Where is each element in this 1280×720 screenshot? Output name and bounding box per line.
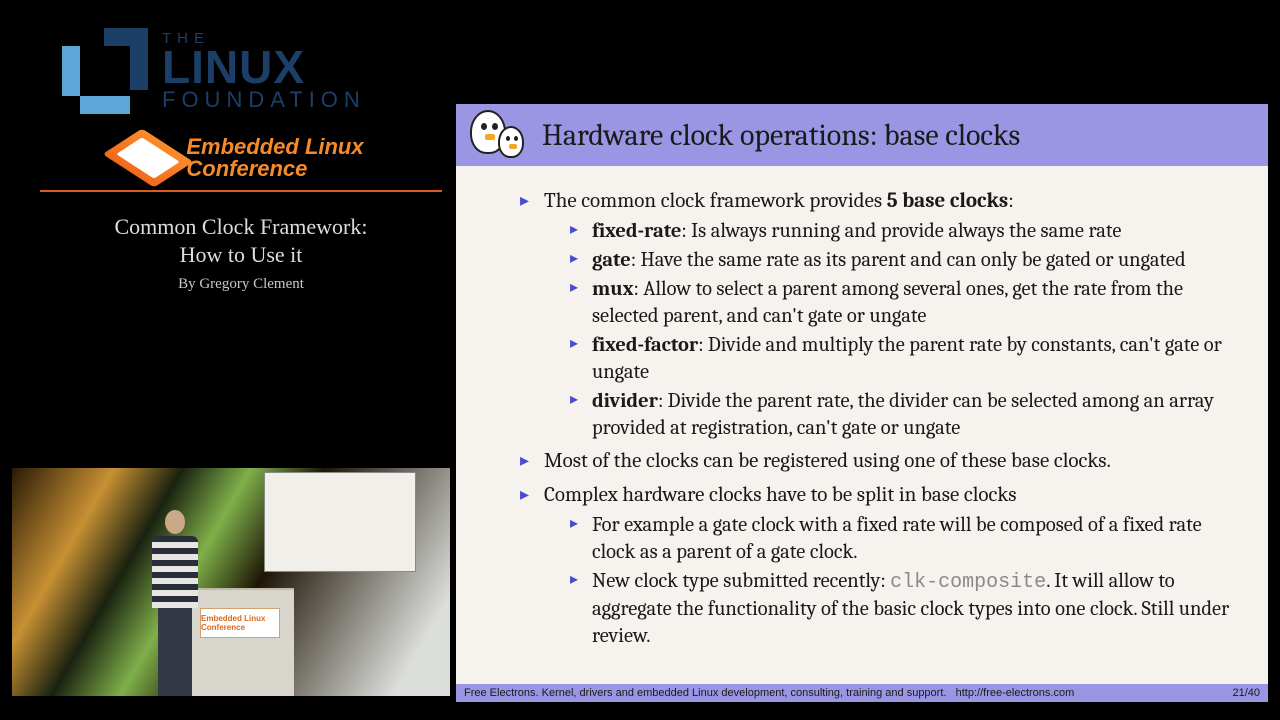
lf-mark-icon <box>62 28 148 114</box>
speaker-figure-icon <box>152 510 198 696</box>
talk-title-line1: Common Clock Framework: <box>40 214 442 240</box>
presentation-slide: Hardware clock operations: base clocks T… <box>456 104 1268 702</box>
elc-diamond-icon <box>103 128 194 187</box>
base-fixed-rate-name: fixed-rate <box>592 220 681 243</box>
bullet-1: The common clock framework provides 5 ba… <box>520 188 1244 442</box>
footer-url: http://free-electrons.com <box>956 687 1075 699</box>
bullet-1-prefix: The common clock framework provides <box>544 189 887 213</box>
base-fixed-rate: fixed-rate: Is always running and provid… <box>570 218 1244 245</box>
base-divider-name: divider <box>592 390 658 413</box>
base-fixed-factor: fixed-factor: Divide and multiply the pa… <box>570 332 1244 386</box>
slide-footer: Free Electrons. Kernel, drivers and embe… <box>456 684 1268 702</box>
elc-wordmark: Embedded Linux Conference <box>186 136 363 180</box>
base-mux: mux: Allow to select a parent among seve… <box>570 276 1244 330</box>
bullet-2: Most of the clocks can be registered usi… <box>520 448 1244 476</box>
lf-wordmark: THE LINUX FOUNDATION <box>162 32 366 111</box>
base-divider: divider: Divide the parent rate, the div… <box>570 388 1244 442</box>
slide-header: Hardware clock operations: base clocks <box>456 104 1268 166</box>
base-gate-name: gate <box>592 249 631 272</box>
bullet-3-sub-2-prefix: New clock type submitted recently: <box>592 570 890 593</box>
footer-org-text: Free Electrons. Kernel, drivers and embe… <box>464 687 946 699</box>
footer-left-group: Free Electrons. Kernel, drivers and embe… <box>464 687 1074 699</box>
linux-foundation-logo: THE LINUX FOUNDATION <box>62 28 366 114</box>
base-fixed-factor-name: fixed-factor <box>592 334 698 357</box>
bullet-3-sub-1: For example a gate clock with a fixed ra… <box>570 512 1244 566</box>
lf-linux: LINUX <box>162 46 366 90</box>
podium-icon: Embedded Linux Conference <box>186 588 294 696</box>
bullet-1-suffix: : <box>1008 189 1014 213</box>
talk-byline: By Gregory Clement <box>40 276 442 293</box>
base-gate-desc: : Have the same rate as its parent and c… <box>631 249 1186 272</box>
projected-screen-icon <box>264 472 416 572</box>
base-gate: gate: Have the same rate as its parent a… <box>570 247 1244 274</box>
elc-line2: Conference <box>186 158 363 180</box>
elc-line1: Embedded Linux <box>186 136 363 158</box>
slide-title: Hardware clock operations: base clocks <box>542 118 1020 153</box>
slide-body: The common clock framework provides 5 ba… <box>456 166 1268 660</box>
bullet-3-text: Complex hardware clocks have to be split… <box>544 483 1016 507</box>
base-fixed-rate-desc: : Is always running and provide always t… <box>681 220 1121 243</box>
podium-sign: Embedded Linux Conference <box>200 608 280 638</box>
clk-composite-code: clk-composite <box>890 571 1046 594</box>
bullet-3: Complex hardware clocks have to be split… <box>520 482 1244 650</box>
speaker-video: Embedded Linux Conference <box>12 468 450 696</box>
base-divider-desc: : Divide the parent rate, the divider ca… <box>592 390 1214 440</box>
talk-title-block: Common Clock Framework: How to Use it By… <box>40 214 442 293</box>
base-mux-name: mux <box>592 278 633 301</box>
penguin-mascot-icon <box>470 108 530 162</box>
footer-page-number: 21/40 <box>1232 687 1260 699</box>
talk-title-line2: How to Use it <box>40 242 442 268</box>
lf-foundation: FOUNDATION <box>162 90 366 111</box>
bullet-3-sub-2: New clock type submitted recently: clk-c… <box>570 568 1244 650</box>
base-mux-desc: : Allow to select a parent among several… <box>592 278 1183 328</box>
elc-logo: Embedded Linux Conference <box>40 132 442 192</box>
bullet-1-bold: 5 base clocks <box>887 189 1008 213</box>
